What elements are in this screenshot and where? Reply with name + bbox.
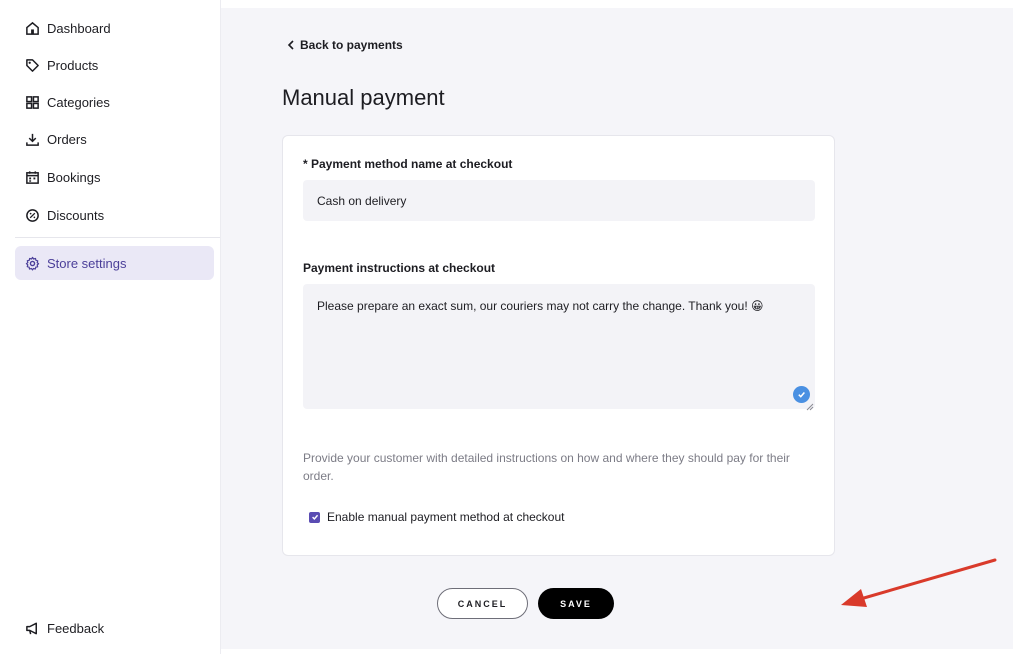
name-field-label: * Payment method name at checkout	[303, 157, 513, 171]
sidebar-item-bookings[interactable]: Bookings	[15, 160, 214, 194]
save-button[interactable]: SAVE	[538, 588, 614, 619]
payment-instructions-textarea[interactable]: Please prepare an exact sum, our courier…	[303, 284, 815, 411]
calendar-icon	[24, 169, 40, 185]
sidebar-item-products[interactable]: Products	[15, 48, 214, 82]
sidebar-item-categories[interactable]: Categories	[15, 85, 214, 119]
sidebar-item-label: Store settings	[47, 255, 127, 271]
sidebar-item-feedback[interactable]: Feedback	[15, 611, 214, 645]
sidebar-item-dashboard[interactable]: Dashboard	[15, 11, 214, 45]
sidebar-item-label: Dashboard	[47, 20, 111, 36]
sidebar-item-orders[interactable]: Orders	[15, 122, 214, 156]
enable-manual-payment-row: Enable manual payment method at checkout	[309, 510, 564, 524]
sidebar-item-store-settings[interactable]: Store settings	[15, 246, 214, 280]
sidebar-item-label: Discounts	[47, 207, 105, 223]
grid-icon	[24, 94, 40, 110]
payment-form-card: * Payment method name at checkout Paymen…	[282, 135, 835, 556]
cancel-button[interactable]: CANCEL	[437, 588, 528, 619]
main-content: Back to payments Manual payment * Paymen…	[221, 8, 1013, 649]
payment-method-name-input[interactable]	[303, 180, 815, 221]
enable-manual-payment-checkbox[interactable]	[309, 511, 320, 523]
download-icon	[24, 131, 40, 147]
resize-handle-icon[interactable]	[806, 400, 814, 411]
discount-icon	[24, 207, 40, 223]
sidebar-item-discounts[interactable]: Discounts	[15, 198, 214, 232]
back-to-payments-link[interactable]: Back to payments	[287, 38, 403, 52]
checkbox-label: Enable manual payment method at checkout	[327, 510, 565, 524]
sidebar-item-label: Orders	[47, 131, 87, 147]
help-text: Provide your customer with detailed inst…	[303, 451, 790, 483]
sidebar-item-label: Bookings	[47, 169, 101, 185]
sidebar-item-label: Products	[47, 57, 99, 73]
tag-icon	[24, 57, 40, 73]
back-link-label: Back to payments	[300, 38, 403, 52]
chevron-left-icon	[287, 40, 295, 50]
page-title: Manual payment	[282, 85, 445, 110]
home-icon	[24, 20, 40, 36]
instructions-field-label: Payment instructions at checkout	[303, 261, 496, 275]
megaphone-icon	[24, 620, 40, 636]
sidebar: Dashboard Products Categories Orders Boo…	[0, 0, 221, 654]
sidebar-item-label: Feedback	[47, 620, 105, 636]
instructions-text: Please prepare an exact sum, our courier…	[317, 299, 764, 313]
sidebar-divider	[15, 237, 220, 238]
sidebar-item-label: Categories	[47, 94, 110, 110]
gear-icon	[24, 255, 40, 271]
